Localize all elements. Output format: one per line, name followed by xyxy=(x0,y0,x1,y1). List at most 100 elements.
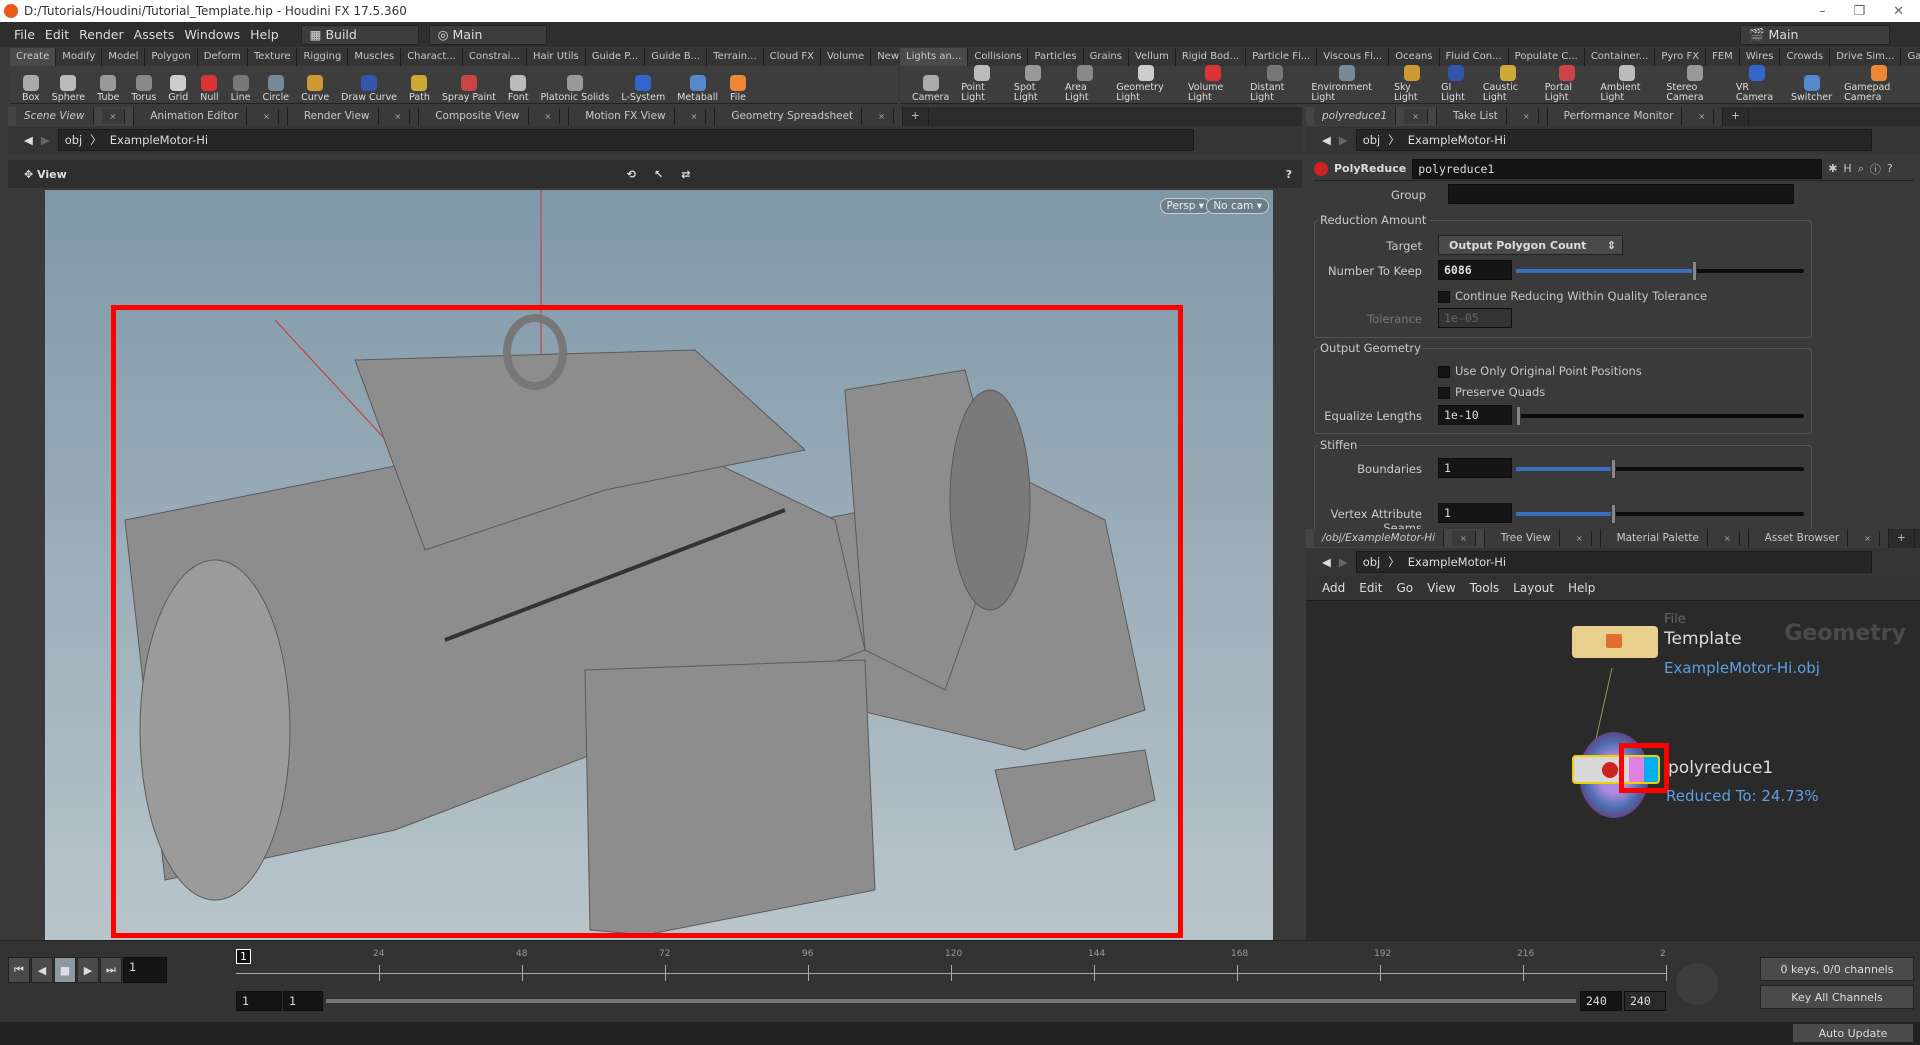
path-obj[interactable]: obj xyxy=(65,133,83,147)
boundaries-field[interactable]: 1 xyxy=(1438,458,1512,478)
keep-slider[interactable] xyxy=(1516,261,1804,281)
shelf-tab[interactable]: Game Devel... xyxy=(1901,48,1920,66)
shelf-tool[interactable]: Camera xyxy=(906,75,955,103)
viewport[interactable]: Persp ▾ No cam ▾ xyxy=(45,190,1273,940)
close-tab-icon[interactable]: × xyxy=(536,109,561,124)
stop-button[interactable]: ■ xyxy=(54,957,76,983)
shelf-tool[interactable]: Gamepad Camera xyxy=(1838,65,1920,103)
shelf-tool[interactable]: Point Light xyxy=(955,65,1008,103)
continue-checkbox[interactable] xyxy=(1438,291,1450,303)
minimize-button[interactable]: – xyxy=(1819,4,1826,19)
add-tab-button[interactable]: + xyxy=(1723,107,1749,126)
shelf-tab[interactable]: Rigid Bod... xyxy=(1175,48,1247,66)
group-field[interactable] xyxy=(1448,184,1794,204)
boundaries-slider[interactable] xyxy=(1516,459,1804,479)
playback-end-field[interactable]: 240 xyxy=(1580,991,1622,1011)
shelf-tab[interactable]: Charact... xyxy=(401,48,463,66)
shelf-tool[interactable]: Tube xyxy=(91,75,125,103)
desktop-select[interactable]: ▦ Build xyxy=(300,24,419,45)
menu-file[interactable]: File xyxy=(14,27,35,42)
target-select[interactable]: Output Polygon Count ⇕ xyxy=(1438,235,1623,255)
go-end-button[interactable]: ⏭ xyxy=(100,957,122,983)
current-frame-field[interactable]: 1 xyxy=(123,957,167,983)
play-reverse-button[interactable]: ◀ xyxy=(31,957,53,983)
shelf-tool[interactable]: Area Light xyxy=(1059,65,1110,103)
shelf-tab[interactable]: Wires xyxy=(1739,48,1781,66)
camera-menu[interactable]: No cam ▾ xyxy=(1206,198,1269,214)
shelf-tool[interactable]: Portal Light xyxy=(1539,65,1595,103)
shelf-tool[interactable]: Ambient Light xyxy=(1594,65,1660,103)
shelf-tab[interactable]: Grains xyxy=(1083,48,1129,66)
shelf-tool[interactable]: Sphere xyxy=(46,75,91,103)
shelf-tab[interactable]: FEM xyxy=(1706,48,1740,66)
shelf-tool[interactable]: Font xyxy=(502,75,535,103)
info-icon[interactable]: ⓘ xyxy=(1870,161,1881,177)
shelf-tab[interactable]: Oceans xyxy=(1389,48,1440,66)
shelf-tool[interactable]: Geometry Light xyxy=(1110,65,1182,103)
path-obj[interactable]: obj xyxy=(1363,133,1381,147)
shelf-tab[interactable]: Create xyxy=(10,48,57,66)
maximize-button[interactable]: ❐ xyxy=(1853,4,1865,19)
original-points-checkbox[interactable] xyxy=(1438,366,1450,378)
shelf-tool[interactable]: Spray Paint xyxy=(436,75,502,103)
shelf-tool[interactable]: Box xyxy=(16,75,46,103)
play-button[interactable]: ▶ xyxy=(77,957,99,983)
shelf-tab[interactable]: Cloud FX xyxy=(763,48,821,66)
file-node[interactable] xyxy=(1572,626,1658,658)
context-select[interactable]: ◎ Main xyxy=(428,24,547,45)
scene-tab[interactable]: Scene View × xyxy=(8,107,135,126)
node-name-field[interactable]: polyreduce1 xyxy=(1412,158,1823,179)
shelf-tab[interactable]: Viscous Fl... xyxy=(1317,48,1390,66)
h-icon[interactable]: H xyxy=(1843,162,1851,175)
shelf-tool[interactable]: Distant Light xyxy=(1244,65,1305,103)
shelf-tool[interactable]: Metaball xyxy=(671,75,724,103)
shelf-tool[interactable]: VR Camera xyxy=(1730,65,1785,103)
shelf-tab[interactable]: Texture xyxy=(247,48,298,66)
shelf-tab[interactable]: Pyro FX xyxy=(1655,48,1707,66)
viewer-right-toolbar[interactable] xyxy=(1273,190,1302,940)
menu-edit[interactable]: Edit xyxy=(45,27,69,42)
close-tab-icon[interactable]: × xyxy=(386,109,411,124)
shelf-tab[interactable]: Container... xyxy=(1584,48,1656,66)
shelf-tab[interactable]: Vellum xyxy=(1128,48,1176,66)
timeline-ruler[interactable]: 1 24 48 72 96 120 144 168 192 216 2 xyxy=(236,949,1667,985)
shelf-tool[interactable]: Line xyxy=(225,75,257,103)
shelf-tab[interactable]: Hair Utils xyxy=(526,48,586,66)
shelf-tab[interactable]: Constrai... xyxy=(462,48,527,66)
param-tab[interactable]: Take List × xyxy=(1436,107,1548,126)
shelf-tab[interactable]: Deform xyxy=(197,48,248,66)
shelf-tool[interactable]: Volume Light xyxy=(1182,65,1244,103)
scene-tab[interactable]: Geometry Spreadsheet × xyxy=(715,107,903,126)
scene-tab[interactable]: Render View × xyxy=(287,107,420,126)
param-tab[interactable]: Performance Monitor × xyxy=(1547,107,1724,126)
shelf-tool[interactable]: Grid xyxy=(162,75,194,103)
shelf-tool[interactable]: Draw Curve xyxy=(335,75,403,103)
snap-icons[interactable]: ⟲↖⇄ xyxy=(627,168,709,181)
shelf-tab[interactable]: Modify xyxy=(56,48,103,66)
shelf-tool[interactable]: Torus xyxy=(125,75,162,103)
close-tab-icon[interactable]: × xyxy=(1514,109,1539,124)
menu-render[interactable]: Render xyxy=(79,27,124,42)
shelf-tab[interactable]: Model xyxy=(102,48,146,66)
shelf-tab[interactable]: Drive Sim... xyxy=(1830,48,1902,66)
back-icon[interactable]: ◀ xyxy=(24,133,33,147)
shelf-tool[interactable]: Circle xyxy=(256,75,295,103)
shelf-tool[interactable]: Caustic Light xyxy=(1477,65,1539,103)
help-icon[interactable]: ? xyxy=(1887,162,1893,175)
update-mode-select[interactable]: Auto Update xyxy=(1792,1023,1914,1043)
shelf-tab[interactable]: Lights an... xyxy=(900,48,969,66)
path-geo[interactable]: ExampleMotor-Hi xyxy=(1408,133,1506,147)
persp-menu[interactable]: Persp ▾ xyxy=(1159,198,1211,214)
shelf-tab[interactable]: Terrain... xyxy=(707,48,764,66)
shelf-tool[interactable]: Spot Light xyxy=(1008,65,1059,103)
close-tab-icon[interactable]: × xyxy=(870,109,894,124)
close-tab-icon[interactable]: × xyxy=(101,109,126,124)
range-slider[interactable] xyxy=(326,999,1576,1003)
gear-icon[interactable]: ✱ xyxy=(1828,162,1837,175)
shelf-tab[interactable]: Guide B... xyxy=(645,48,708,66)
shelf-tab[interactable]: Populate C... xyxy=(1508,48,1585,66)
shelf-tab[interactable]: Crowds xyxy=(1780,48,1831,66)
close-button[interactable]: ✕ xyxy=(1893,4,1904,19)
playback-start-field[interactable]: 1 xyxy=(283,991,323,1011)
path-geo[interactable]: ExampleMotor-Hi xyxy=(110,133,208,147)
